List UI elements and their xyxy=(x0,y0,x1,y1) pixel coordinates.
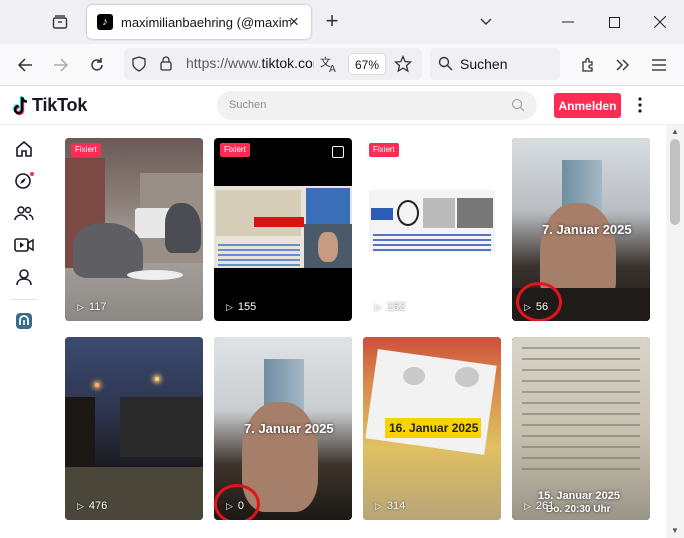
maximize-icon[interactable] xyxy=(601,9,627,35)
pinned-badge: Fixiert xyxy=(369,143,399,157)
tiktok-search-icon[interactable] xyxy=(511,98,525,117)
video-card[interactable]: Fixiert ▷ 152 xyxy=(363,138,501,321)
more-options-icon[interactable] xyxy=(632,95,648,115)
play-icon: ▷ xyxy=(375,301,382,312)
close-window-icon[interactable] xyxy=(647,9,673,35)
video-card[interactable]: 16. Januar 2025 ▷ 314 xyxy=(363,337,501,520)
back-button[interactable] xyxy=(13,53,37,77)
app-icon[interactable] xyxy=(14,311,34,331)
scroll-down-icon[interactable]: ▼ xyxy=(670,526,680,536)
view-count: ▷ 261 xyxy=(524,500,555,512)
play-icon: ▷ xyxy=(524,500,531,511)
photo-icon xyxy=(332,146,344,158)
video-card[interactable]: 15. Januar 2025 Do. 20:30 Uhr ▷ 261 xyxy=(512,337,650,520)
view-count: ▷ 476 xyxy=(77,500,108,512)
video-overlay-time: Do. 20:30 Uhr xyxy=(546,504,611,515)
explore-icon[interactable] xyxy=(14,171,34,191)
scroll-up-icon[interactable]: ▲ xyxy=(670,127,680,137)
view-count: ▷ 155 xyxy=(226,301,257,313)
url-bar[interactable]: https://www.tiktok.com 文A 67% xyxy=(124,48,422,80)
profile-icon[interactable] xyxy=(14,267,34,287)
tiktok-sidebar xyxy=(0,125,46,538)
svg-text:A: A xyxy=(329,64,336,73)
view-count: ▷ 314 xyxy=(375,500,406,512)
tiktok-logo-text: TikTok xyxy=(32,95,88,115)
video-overlay-date: 7. Januar 2025 xyxy=(244,421,334,436)
video-overlay-date: 7. Januar 2025 xyxy=(542,222,632,237)
play-icon: ▷ xyxy=(77,500,84,511)
scrollbar-thumb[interactable] xyxy=(670,139,680,225)
browser-nav-bar: https://www.tiktok.com 文A 67% Suchen xyxy=(0,44,684,86)
translate-icon[interactable]: 文A xyxy=(320,55,338,78)
close-tab-icon[interactable]: × xyxy=(285,13,303,31)
browser-search-bar[interactable]: Suchen xyxy=(430,48,560,80)
tiktok-logo-icon xyxy=(12,95,28,115)
live-icon[interactable] xyxy=(14,235,34,255)
pinned-badge: Fixiert xyxy=(71,143,101,157)
tiktok-search-placeholder: Suchen xyxy=(229,99,267,111)
annotation-circle xyxy=(214,484,260,520)
play-icon: ▷ xyxy=(226,301,233,312)
tab-overview-icon[interactable] xyxy=(48,10,72,34)
tab-title: maximilianbaehring (@maximilianbaehring) xyxy=(121,14,291,30)
browser-search-label: Suchen xyxy=(460,56,508,72)
play-icon: ▷ xyxy=(375,500,382,511)
list-all-tabs-icon[interactable] xyxy=(473,9,499,35)
tiktok-search-input[interactable]: Suchen xyxy=(217,91,537,120)
view-count: ▷ 117 xyxy=(77,301,107,313)
bookmark-star-icon[interactable] xyxy=(393,54,413,78)
zoom-level-badge[interactable]: 67% xyxy=(348,53,386,75)
search-icon xyxy=(438,56,453,76)
tiktok-header: TikTok Suchen Anmelden xyxy=(0,87,684,125)
minimize-icon[interactable] xyxy=(555,9,581,35)
video-card[interactable]: ▷ 476 xyxy=(65,337,203,520)
video-overlay-date: 16. Januar 2025 xyxy=(389,421,479,435)
new-tab-button[interactable]: + xyxy=(320,9,344,33)
video-card[interactable]: 7. Januar 2025 ▷ 56 xyxy=(512,138,650,321)
tracking-protection-icon[interactable] xyxy=(132,56,146,77)
tiktok-favicon-icon: ♪ xyxy=(97,14,113,30)
video-card[interactable]: Fixiert ▷ 117 xyxy=(65,138,203,321)
annotation-circle xyxy=(516,282,562,321)
page-scrollbar[interactable]: ▲ ▼ xyxy=(666,125,684,538)
video-card[interactable]: Fixiert ▷ 155 xyxy=(214,138,352,321)
browser-tab-active[interactable]: ♪ maximilianbaehring (@maximilianbaehrin… xyxy=(87,5,311,39)
browser-tab-bar: ♪ maximilianbaehring (@maximilianbaehrin… xyxy=(0,0,684,44)
home-icon[interactable] xyxy=(14,139,34,159)
app-menu-icon[interactable] xyxy=(647,53,671,77)
view-count: ▷ 152 xyxy=(375,301,406,313)
login-button[interactable]: Anmelden xyxy=(554,93,621,118)
overflow-menu-icon[interactable] xyxy=(611,53,635,77)
lock-icon[interactable] xyxy=(160,56,172,76)
sidebar-divider xyxy=(10,299,38,300)
video-card[interactable]: 7. Januar 2025 ▷ 0 xyxy=(214,337,352,520)
play-icon: ▷ xyxy=(77,301,84,312)
reload-button[interactable] xyxy=(85,53,109,77)
pinned-badge: Fixiert xyxy=(220,143,250,157)
extensions-icon[interactable] xyxy=(576,53,600,77)
following-icon[interactable] xyxy=(14,203,34,223)
tiktok-logo[interactable]: TikTok xyxy=(12,95,87,116)
forward-button[interactable] xyxy=(49,53,73,77)
url-text[interactable]: https://www.tiktok.com xyxy=(186,55,314,71)
